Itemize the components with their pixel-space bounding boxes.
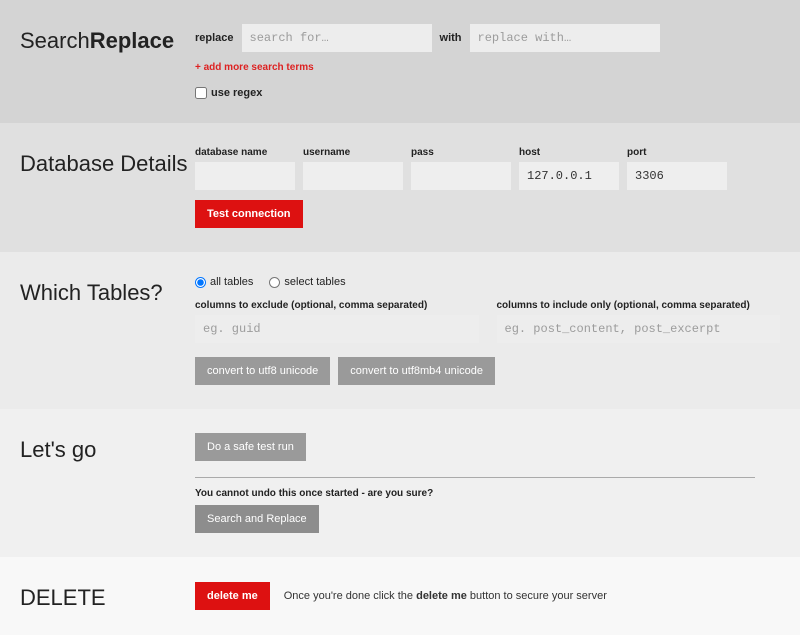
- all-tables-text: all tables: [210, 276, 253, 288]
- safe-test-run-button[interactable]: Do a safe test run: [195, 433, 306, 461]
- use-regex-checkbox[interactable]: [195, 87, 207, 99]
- test-connection-button[interactable]: Test connection: [195, 200, 303, 228]
- use-regex-label: use regex: [211, 87, 262, 99]
- exclude-columns-input[interactable]: [195, 315, 479, 343]
- port-label: port: [627, 147, 727, 158]
- title-search-replace: SearchReplace: [20, 24, 195, 99]
- exclude-columns-label: columns to exclude (optional, comma sepa…: [195, 300, 479, 311]
- title-lets-go: Let's go: [20, 433, 195, 533]
- title-which-tables: Which Tables?: [20, 276, 195, 385]
- dbname-label: database name: [195, 147, 295, 158]
- title-database-details: Database Details: [20, 147, 195, 228]
- section-search-replace: SearchReplace replace with + add more se…: [0, 0, 800, 123]
- section-lets-go: Let's go Do a safe test run You cannot u…: [0, 409, 800, 557]
- delete-me-button[interactable]: delete me: [195, 582, 270, 610]
- title-search: Search: [20, 28, 90, 53]
- undo-warning-text: You cannot undo this once started - are …: [195, 488, 780, 499]
- convert-utf8-button[interactable]: convert to utf8 unicode: [195, 357, 330, 385]
- username-label: username: [303, 147, 403, 158]
- all-tables-radio[interactable]: [195, 277, 206, 288]
- section-which-tables: Which Tables? all tables select tables c…: [0, 252, 800, 409]
- replace-with-input[interactable]: [470, 24, 660, 52]
- host-label: host: [519, 147, 619, 158]
- section-database-details: Database Details database name username …: [0, 123, 800, 252]
- convert-utf8mb4-button[interactable]: convert to utf8mb4 unicode: [338, 357, 495, 385]
- delete-info-text: Once you're done click the delete me but…: [284, 590, 607, 602]
- search-for-input[interactable]: [242, 24, 432, 52]
- select-tables-radio[interactable]: [269, 277, 280, 288]
- include-columns-input[interactable]: [497, 315, 781, 343]
- pass-input[interactable]: [411, 162, 511, 190]
- title-delete: DELETE: [20, 581, 195, 611]
- divider: [195, 477, 755, 478]
- replace-label: replace: [195, 32, 234, 44]
- select-tables-text: select tables: [284, 276, 345, 288]
- port-input[interactable]: [627, 162, 727, 190]
- dbname-input[interactable]: [195, 162, 295, 190]
- include-columns-label: columns to include only (optional, comma…: [497, 300, 781, 311]
- select-tables-radio-label[interactable]: select tables: [269, 276, 345, 288]
- title-replace: Replace: [90, 28, 174, 53]
- username-input[interactable]: [303, 162, 403, 190]
- all-tables-radio-label[interactable]: all tables: [195, 276, 253, 288]
- add-more-search-terms-link[interactable]: + add more search terms: [195, 62, 314, 73]
- section-delete: DELETE delete me Once you're done click …: [0, 557, 800, 635]
- host-input[interactable]: [519, 162, 619, 190]
- with-label: with: [440, 32, 462, 44]
- pass-label: pass: [411, 147, 511, 158]
- search-and-replace-button[interactable]: Search and Replace: [195, 505, 319, 533]
